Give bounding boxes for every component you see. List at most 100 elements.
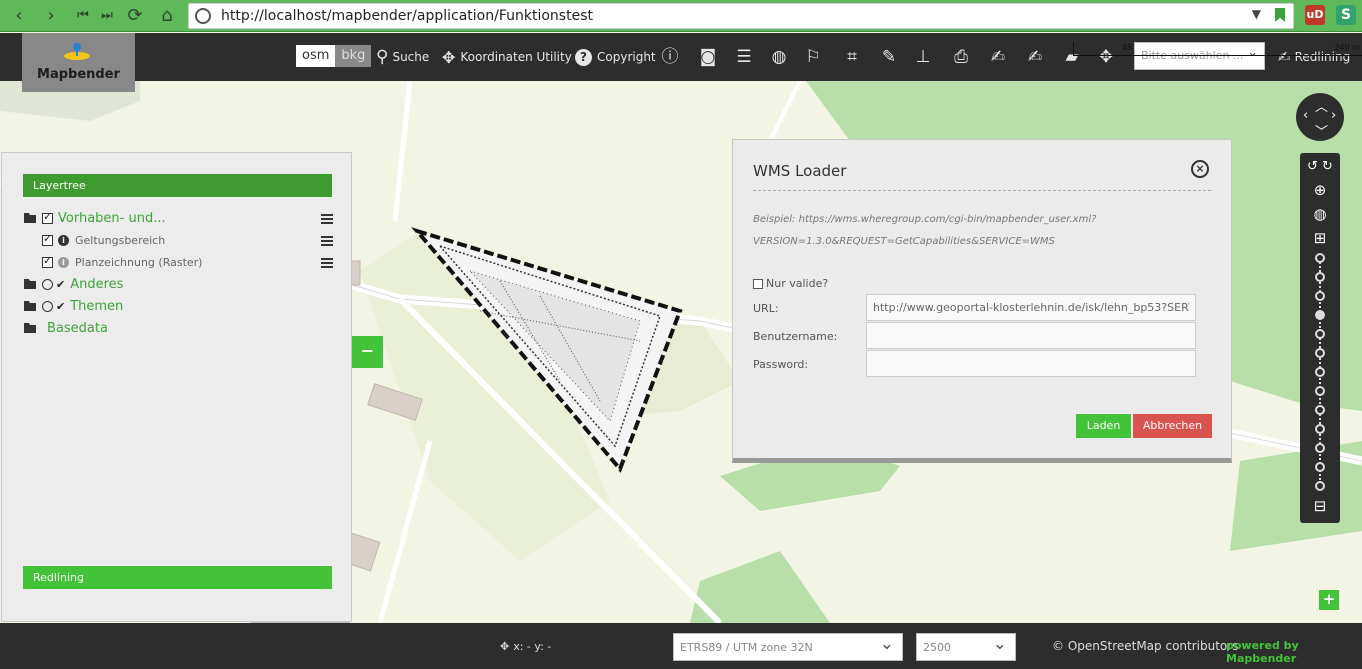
address-bar[interactable]: http://localhost/mapbender/application/F… <box>188 3 1294 29</box>
edit-icon[interactable]: ✍ <box>987 46 1009 68</box>
crs-select[interactable]: ETRS89 / UTM zone 32N <box>673 633 903 661</box>
url-input[interactable] <box>866 294 1196 321</box>
bookmark-icon[interactable] <box>1275 8 1285 22</box>
edit-icon[interactable]: ✍ <box>1024 46 1046 68</box>
tree-node-basedata[interactable]: Basedata <box>24 318 108 338</box>
pushpin-icon[interactable]: ⊥ <box>912 46 934 68</box>
list-icon[interactable]: ☰ <box>733 46 755 68</box>
tree-node-label[interactable]: Themen <box>70 299 123 314</box>
chevron-down-icon[interactable]: ▼ <box>1252 7 1261 21</box>
pan-down-icon[interactable]: ﹀ <box>1315 121 1328 140</box>
crop-icon[interactable]: ⌗ <box>841 46 863 68</box>
zoom-bar: ↺ ↻ ⊕ ◍ ⊞ ⊟ <box>1300 153 1340 523</box>
example-hint-line1: Beispiel: https://wms.wheregroup.com/cgi… <box>753 214 1097 225</box>
load-button[interactable]: Laden <box>1076 414 1131 438</box>
tree-node-geltungsbereich[interactable]: i Geltungsbereich <box>42 230 165 250</box>
zoom-level-stop[interactable] <box>1315 462 1325 472</box>
camera-icon[interactable]: ◙ <box>697 46 719 68</box>
layer-checkbox[interactable] <box>42 254 53 268</box>
zoom-level-stop[interactable] <box>1315 481 1325 491</box>
cancel-button[interactable]: Abbrechen <box>1133 414 1212 438</box>
folder-icon <box>24 301 36 311</box>
pan-left-icon[interactable]: ‹ <box>1303 108 1308 123</box>
coordinates-text: x: - y: - <box>513 640 552 653</box>
tree-node-planzeichnung[interactable]: i Planzeichnung (Raster) <box>42 252 202 272</box>
layer-menu-icon[interactable] <box>321 258 333 268</box>
scale-select[interactable]: 2500 <box>916 633 1016 661</box>
only-valid-checkbox[interactable]: Nur valide? <box>753 277 828 290</box>
username-input[interactable] <box>866 322 1196 349</box>
logo-text: Mapbender <box>37 67 120 82</box>
zoom-level-stop[interactable] <box>1315 386 1325 396</box>
info-icon[interactable]: i <box>58 234 69 246</box>
map-attribution[interactable]: © OpenStreetMap contributors <box>1052 639 1238 653</box>
globe-icon[interactable]: ◍ <box>768 46 790 68</box>
zoom-level-stop[interactable] <box>1315 329 1325 339</box>
bg-bkg-button[interactable]: bkg <box>335 45 372 67</box>
circle-check-icon[interactable] <box>42 300 53 312</box>
bg-osm-button[interactable]: osm <box>296 45 336 67</box>
layer-menu-icon[interactable] <box>321 236 333 246</box>
app-footer: ✥x: - y: - ETRS89 / UTM zone 32N 2500 © … <box>0 623 1362 669</box>
check-icon[interactable]: ✔ <box>56 278 65 291</box>
zoom-box-icon[interactable]: ⊕ <box>1300 181 1340 199</box>
panel-collapse-button[interactable]: − <box>352 336 383 368</box>
search-button[interactable]: ⚲ Suche <box>376 45 429 69</box>
pan-right-icon[interactable]: › <box>1331 108 1336 123</box>
tree-node-label[interactable]: Anderes <box>70 277 123 292</box>
powered-by[interactable]: powered by Mapbender <box>1226 639 1362 665</box>
back-icon[interactable]: ‹ <box>8 5 30 27</box>
zoom-level-stop[interactable] <box>1315 272 1325 282</box>
tree-node-anderes[interactable]: ✔ Anderes <box>24 274 123 294</box>
zoom-level-stop[interactable] <box>1315 291 1325 301</box>
zoom-in-icon[interactable]: ⊞ <box>1300 229 1340 247</box>
skip-forward-icon[interactable]: ⏭ <box>96 5 118 27</box>
layer-menu-icon[interactable] <box>321 214 333 224</box>
tree-node-label[interactable]: Vorhaben- und... <box>58 211 166 226</box>
layer-checkbox[interactable] <box>42 210 53 224</box>
overview-toggle-button[interactable]: + <box>1319 590 1339 610</box>
zoom-out-icon[interactable]: ⊟ <box>1300 497 1340 515</box>
address-url[interactable]: http://localhost/mapbender/application/F… <box>221 8 593 24</box>
zoom-level-stop[interactable] <box>1315 348 1325 358</box>
tree-node-label[interactable]: Planzeichnung (Raster) <box>75 256 202 269</box>
tree-node-themen[interactable]: ✔ Themen <box>24 296 123 316</box>
skip-back-icon[interactable]: ⏮ <box>72 5 94 27</box>
info-icon[interactable]: ⓘ <box>659 46 681 68</box>
info-icon[interactable]: i <box>58 256 69 268</box>
extension-s-icon[interactable]: S <box>1336 5 1356 25</box>
zoom-level-current[interactable] <box>1315 310 1325 320</box>
copyright-button[interactable]: ? Copyright <box>575 45 656 69</box>
home-icon[interactable]: ⌂ <box>156 5 178 27</box>
rotate-icon[interactable]: ↺ ↻ <box>1300 159 1340 174</box>
redlining-header[interactable]: Redlining <box>23 566 332 589</box>
draw-icon[interactable]: ✎ <box>878 46 900 68</box>
reload-icon[interactable]: ⟳ <box>124 5 146 27</box>
password-input[interactable] <box>866 350 1196 377</box>
zoom-level-stop[interactable] <box>1315 367 1325 377</box>
tree-node-label[interactable]: Geltungsbereich <box>75 234 165 247</box>
close-icon[interactable]: × <box>1191 160 1209 178</box>
layertree-header[interactable]: Layertree <box>23 174 332 197</box>
tree-node-label[interactable]: Basedata <box>47 321 108 336</box>
tree-node-vorhaben[interactable]: Vorhaben- und... <box>24 208 166 228</box>
mapbender-logo[interactable]: Mapbender <box>22 33 135 92</box>
pin-icon[interactable]: ⚐ <box>802 46 824 68</box>
ublock-icon[interactable]: uD <box>1305 5 1325 25</box>
zoom-level-stop[interactable] <box>1315 405 1325 415</box>
zoom-level-stop[interactable] <box>1315 424 1325 434</box>
layer-checkbox[interactable] <box>42 232 53 246</box>
pan-control[interactable]: ︿ ﹀ ‹ › <box>1296 93 1344 141</box>
print-icon[interactable]: ⎙ <box>950 46 972 68</box>
coordinates-utility-button[interactable]: ✥ Koordinaten Utility <box>442 45 572 69</box>
username-label: Benutzername: <box>753 330 838 343</box>
folder-icon <box>24 279 36 289</box>
pan-up-icon[interactable]: ︿ <box>1315 96 1328 115</box>
forward-icon[interactable]: › <box>40 5 62 27</box>
zoom-level-stop[interactable] <box>1315 443 1325 453</box>
zoom-level-stop[interactable] <box>1315 253 1325 263</box>
globe-icon[interactable]: ◍ <box>1300 205 1340 223</box>
checkbox-icon[interactable] <box>753 278 763 289</box>
circle-check-icon[interactable] <box>42 278 53 290</box>
check-icon[interactable]: ✔ <box>56 300 65 313</box>
